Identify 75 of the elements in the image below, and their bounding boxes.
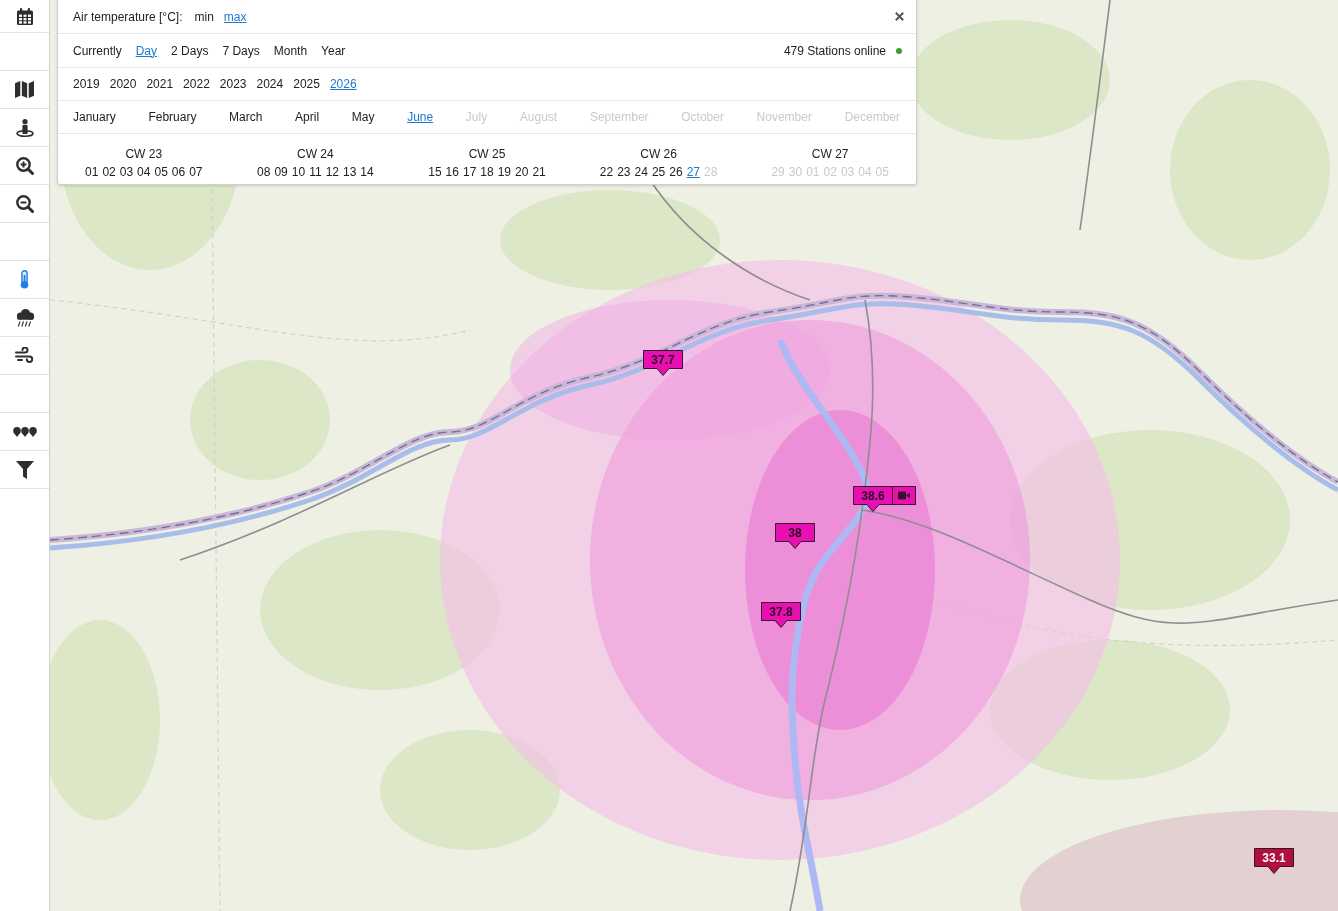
- day-link[interactable]: 27: [686, 164, 700, 180]
- day-link[interactable]: 13: [343, 164, 357, 180]
- day-link[interactable]: 15: [428, 164, 442, 180]
- metric-link[interactable]: max: [223, 9, 247, 24]
- period-tab[interactable]: Year: [321, 43, 346, 58]
- metric-link[interactable]: min: [194, 9, 214, 24]
- day-link[interactable]: 05: [154, 164, 168, 180]
- station-marker[interactable]: 37.8: [761, 602, 801, 628]
- filter-icon: [15, 460, 34, 479]
- day-link[interactable]: 07: [189, 164, 203, 180]
- camera-icon: [898, 491, 910, 500]
- day-link[interactable]: 14: [360, 164, 374, 180]
- week-label: CW 25: [468, 146, 506, 162]
- station-marker[interactable]: 37.7: [643, 350, 683, 376]
- year-link[interactable]: 2020: [109, 77, 137, 91]
- month-link[interactable]: April: [295, 110, 320, 124]
- week-label: CW 24: [297, 146, 334, 162]
- year-link[interactable]: 2023: [219, 77, 247, 91]
- day-link[interactable]: 08: [257, 164, 271, 180]
- thermometer-icon: [20, 270, 29, 289]
- year-link[interactable]: 2019: [73, 77, 100, 91]
- rain-cloud-icon: [14, 308, 35, 327]
- day-link[interactable]: 01: [85, 164, 99, 180]
- day-link[interactable]: 24: [634, 164, 648, 180]
- week-label: CW 23: [125, 146, 163, 162]
- day-link[interactable]: 23: [617, 164, 631, 180]
- year-link[interactable]: 2025: [293, 77, 320, 91]
- month-link[interactable]: February: [148, 110, 197, 124]
- day-link[interactable]: 02: [102, 164, 116, 180]
- period-tab[interactable]: Day: [135, 43, 158, 58]
- year-link[interactable]: 2026: [329, 77, 357, 91]
- period-tab[interactable]: Currently: [73, 43, 122, 58]
- day-link[interactable]: 21: [532, 164, 546, 180]
- month-link[interactable]: June: [407, 110, 434, 124]
- zoom-in-icon: [15, 156, 34, 175]
- day-link[interactable]: 09: [274, 164, 288, 180]
- period-tab[interactable]: 7 Days: [222, 43, 260, 58]
- day-link[interactable]: 25: [651, 164, 666, 180]
- day-link[interactable]: 04: [137, 164, 151, 180]
- webcam-button[interactable]: [892, 486, 916, 505]
- station-marker[interactable]: 33.1: [1254, 848, 1294, 874]
- day-link[interactable]: 26: [669, 164, 683, 180]
- period-tab[interactable]: Month: [273, 43, 308, 58]
- day-link[interactable]: 11: [309, 164, 322, 180]
- day-link[interactable]: 06: [171, 164, 186, 180]
- day-link[interactable]: 10: [291, 164, 306, 180]
- day-link[interactable]: 12: [325, 164, 339, 180]
- week-label: CW 26: [640, 146, 677, 162]
- calendar-icon: [16, 7, 33, 25]
- period-tab[interactable]: 2 Days: [171, 43, 209, 58]
- day-link[interactable]: 20: [515, 164, 529, 180]
- panel-title: Air temperature [°C]:: [73, 9, 183, 24]
- day-link[interactable]: 22: [599, 164, 614, 180]
- person-icon: [15, 118, 34, 137]
- station-marker[interactable]: 38.6: [853, 486, 893, 512]
- week-label: CW 27: [811, 146, 849, 162]
- day-link[interactable]: 18: [480, 164, 494, 180]
- station-count: 479 Stations online: [783, 43, 886, 58]
- station-marker[interactable]: 38: [775, 523, 815, 549]
- month-link[interactable]: March: [229, 110, 263, 124]
- close-button[interactable]: [893, 10, 906, 23]
- year-link[interactable]: 2022: [183, 77, 210, 91]
- day-link[interactable]: 17: [462, 164, 477, 180]
- month-link[interactable]: May: [351, 110, 375, 124]
- month-link[interactable]: January: [73, 110, 116, 124]
- map-pins-icon: [12, 426, 37, 437]
- year-link[interactable]: 2021: [146, 77, 174, 91]
- year-link[interactable]: 2024: [256, 77, 284, 91]
- day-link[interactable]: 03: [119, 164, 134, 180]
- zoom-out-icon: [15, 194, 34, 213]
- day-link[interactable]: 19: [497, 164, 512, 180]
- map-icon: [15, 81, 34, 98]
- close-icon: [895, 12, 904, 21]
- wind-icon: [15, 347, 34, 364]
- day-link[interactable]: 16: [445, 164, 459, 180]
